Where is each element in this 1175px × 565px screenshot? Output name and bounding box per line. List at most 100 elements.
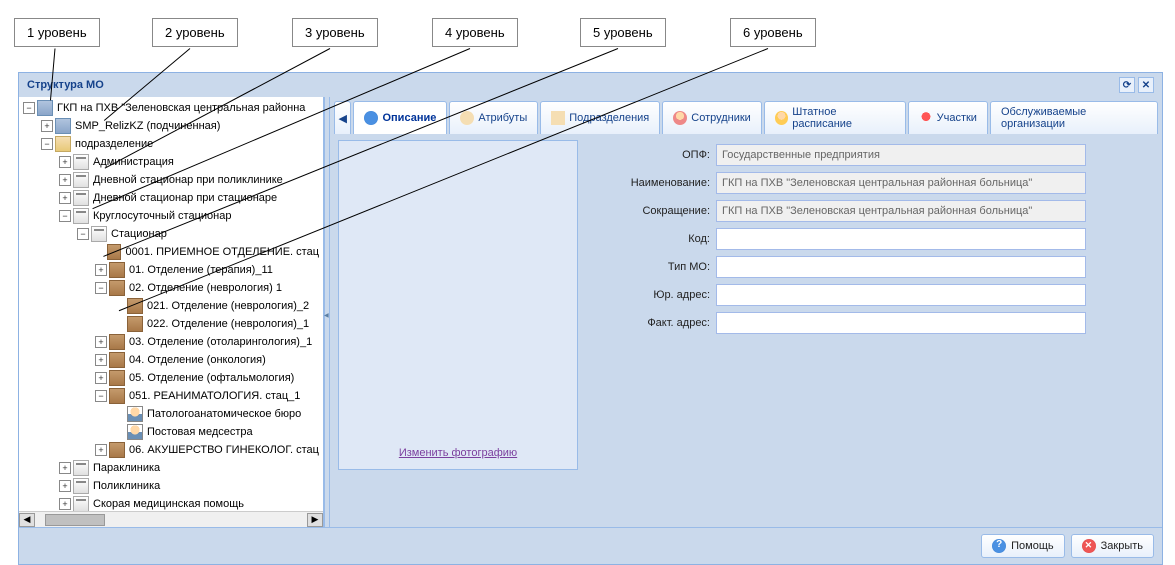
tree-toggle-icon[interactable]: + — [95, 336, 107, 348]
info-icon — [364, 111, 378, 125]
input-opf[interactable] — [716, 144, 1086, 166]
tree-label: Патологоанатомическое бюро — [147, 408, 301, 420]
tree-label: 022. Отделение (неврология)_1 — [147, 318, 309, 330]
tree-label: 051. РЕАНИМАТОЛОГИЯ. стац_1 — [129, 390, 300, 402]
window-structure-mo: Структура МО ⟳ ✕ − ГКП на ПХВ "Зеленовск… — [18, 72, 1163, 565]
label-opf: ОПФ: — [586, 149, 716, 161]
close-x-icon — [1082, 539, 1096, 553]
doc-icon — [91, 226, 107, 242]
tab-attributes[interactable]: Атрибуты — [449, 101, 538, 134]
tree-node[interactable]: +05. Отделение (офтальмология) — [19, 369, 323, 387]
tree-toggle-icon[interactable]: + — [59, 174, 71, 186]
label-short: Сокращение: — [586, 205, 716, 217]
input-code[interactable] — [716, 228, 1086, 250]
input-name[interactable] — [716, 172, 1086, 194]
tree-node[interactable]: +03. Отделение (отоларингология)_1 — [19, 333, 323, 351]
person-icon — [127, 424, 143, 440]
tree-label: Скорая медицинская помощь — [93, 498, 244, 510]
tree-toggle-icon[interactable]: + — [41, 120, 53, 132]
tree-label: Поликлиника — [93, 480, 160, 492]
help-button[interactable]: Помощь — [981, 534, 1065, 558]
input-mo-type[interactable] — [716, 256, 1086, 278]
tree-toggle-icon[interactable]: + — [59, 462, 71, 474]
tree-node[interactable]: Постовая медсестра — [19, 423, 323, 441]
doc-icon — [73, 496, 89, 511]
dept-icon — [109, 262, 125, 278]
close-icon[interactable]: ✕ — [1138, 77, 1154, 93]
tab-staff[interactable]: Сотрудники — [662, 101, 762, 134]
tree-toggle-icon[interactable]: − — [95, 390, 107, 402]
tree-toggle-icon[interactable]: + — [59, 192, 71, 204]
detail-panel: ◀ Описание Атрибуты Подразделения Сотруд… — [330, 97, 1162, 527]
tree-panel: − ГКП на ПХВ "Зеленовская центральная ра… — [19, 97, 324, 527]
tree-toggle-icon[interactable]: + — [59, 480, 71, 492]
photo-placeholder: Изменить фотографию — [338, 140, 578, 470]
callout-level-6: 6 уровень — [730, 18, 816, 47]
tree-node[interactable]: +01. Отделение (терапия)_11 — [19, 261, 323, 279]
change-photo-link[interactable]: Изменить фотографию — [399, 447, 517, 459]
tree-label: SMP_RelizKZ (подчиненная) — [75, 120, 220, 132]
tree-toggle-icon[interactable]: + — [95, 444, 107, 456]
tree-node[interactable]: +Параклиника — [19, 459, 323, 477]
doc-icon — [73, 478, 89, 494]
input-short[interactable] — [716, 200, 1086, 222]
tree-label: ГКП на ПХВ "Зеленовская центральная райо… — [57, 102, 305, 114]
tree-label: Дневной стационар при поликлинике — [93, 174, 283, 186]
tree-toggle-icon[interactable]: + — [59, 156, 71, 168]
tab-served-orgs[interactable]: Обслуживаемые организации — [990, 101, 1158, 134]
tree-toggle-icon[interactable]: + — [95, 354, 107, 366]
tab-subdivisions[interactable]: Подразделения — [540, 101, 660, 134]
tree-node[interactable]: − 051. РЕАНИМАТОЛОГИЯ. стац_1 — [19, 387, 323, 405]
tree-node[interactable]: 021. Отделение (неврология)_2 — [19, 297, 323, 315]
tree-node[interactable]: +Дневной стационар при стационаре — [19, 189, 323, 207]
tree-node[interactable]: 022. Отделение (неврология)_1 — [19, 315, 323, 333]
callout-level-2: 2 уровень — [152, 18, 238, 47]
tree-node[interactable]: + Поликлиника — [19, 477, 323, 495]
tab-schedule[interactable]: Штатное расписание — [764, 101, 906, 134]
horizontal-scrollbar[interactable]: ◀ ▶ — [19, 511, 323, 527]
tree-root[interactable]: − ГКП на ПХВ "Зеленовская центральная ра… — [19, 99, 323, 117]
callout-level-3: 3 уровень — [292, 18, 378, 47]
tree-toggle-icon[interactable]: + — [95, 264, 107, 276]
tab-areas[interactable]: Участки — [908, 101, 988, 134]
scroll-left-icon[interactable]: ◀ — [19, 513, 35, 527]
tab-description[interactable]: Описание — [353, 101, 447, 134]
close-button[interactable]: Закрыть — [1071, 534, 1154, 558]
tree-toggle-icon[interactable]: − — [41, 138, 53, 150]
callout-level-1: 1 уровень — [14, 18, 100, 47]
tree-toggle-icon[interactable]: − — [23, 102, 35, 114]
attributes-icon — [460, 111, 474, 125]
doc-icon — [73, 190, 89, 206]
tree-node[interactable]: −подразделение — [19, 135, 323, 153]
dept-icon — [127, 316, 143, 332]
tree-node[interactable]: −Круглосуточный стационар — [19, 207, 323, 225]
tab-bar: ◀ Описание Атрибуты Подразделения Сотруд… — [332, 99, 1160, 134]
input-actual-addr[interactable] — [716, 312, 1086, 334]
tree-label: 06. АКУШЕРСТВО ГИНЕКОЛОГ. стац — [129, 444, 319, 456]
dept-icon — [109, 370, 125, 386]
doc-icon — [73, 154, 89, 170]
staff-icon — [673, 111, 687, 125]
tree-node[interactable]: +04. Отделение (онкология) — [19, 351, 323, 369]
tree-toggle-icon[interactable]: − — [95, 282, 107, 294]
panel-collapse-bar[interactable] — [324, 97, 330, 527]
label-mo-type: Тип МО: — [586, 261, 716, 273]
tree-toggle-icon[interactable]: − — [59, 210, 71, 222]
input-legal-addr[interactable] — [716, 284, 1086, 306]
building-icon — [37, 100, 53, 116]
refresh-icon[interactable]: ⟳ — [1119, 77, 1135, 93]
tree-node[interactable]: +06. АКУШЕРСТВО ГИНЕКОЛОГ. стац — [19, 441, 323, 459]
tree-node[interactable]: + Скорая медицинская помощь — [19, 495, 323, 511]
tree-node[interactable]: Патологоанатомическое бюро — [19, 405, 323, 423]
folder-icon — [55, 136, 71, 152]
scroll-right-icon[interactable]: ▶ — [307, 513, 323, 527]
tree-node[interactable]: +Администрация — [19, 153, 323, 171]
tree-toggle-icon[interactable]: + — [59, 498, 71, 510]
tree-label: 02. Отделение (неврология) 1 — [129, 282, 282, 294]
scroll-thumb[interactable] — [45, 514, 105, 526]
tree-toggle-icon[interactable]: + — [95, 372, 107, 384]
tree-label: 04. Отделение (онкология) — [129, 354, 266, 366]
tree-toggle-icon[interactable]: − — [77, 228, 89, 240]
tab-nav-prev[interactable]: ◀ — [334, 101, 351, 134]
tree-label: 01. Отделение (терапия)_11 — [129, 264, 273, 276]
